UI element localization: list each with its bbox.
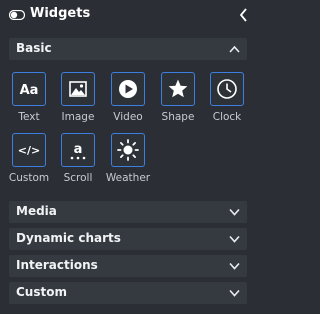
section-custom-label: Custom [16,285,67,299]
scroll-text-icon-glyph: a [74,142,83,157]
sun-icon [117,139,139,161]
widget-weather-label: Weather [105,172,151,184]
section-basic-label: Basic [16,41,52,55]
widget-shape-label: Shape [161,111,195,123]
image-icon [69,81,87,97]
chevron-down-icon [229,208,240,216]
section-custom[interactable]: Custom [9,282,247,304]
video-play-icon [119,80,137,98]
widget-text-label: Text [18,111,40,123]
chevron-left-icon[interactable] [239,7,249,23]
widget-image-label: Image [61,111,95,123]
section-media-label: Media [16,204,57,218]
section-basic[interactable]: Basic [9,38,247,60]
widget-custom[interactable]: </> [12,133,46,167]
panel-header: Widgets [0,0,256,30]
widget-text[interactable]: Aa [12,72,46,106]
widget-clock-label: Clock [212,111,242,123]
chevron-up-icon [229,45,240,53]
chevron-down-icon [229,262,240,270]
widget-weather[interactable] [111,133,145,167]
star-icon [168,79,188,98]
text-icon: Aa [20,83,39,98]
widget-scroll-label: Scroll [63,172,93,184]
scroll-text-icon: a [70,142,86,160]
widget-shape[interactable] [161,72,195,106]
widget-clock[interactable] [210,72,244,106]
chevron-down-icon [229,235,240,243]
widget-custom-label: Custom [8,172,50,184]
section-media[interactable]: Media [9,201,247,223]
section-interactions[interactable]: Interactions [9,255,247,277]
toggle-icon [9,10,25,20]
widget-scroll[interactable]: a [61,133,95,167]
text-icon-glyph: Aa [20,83,39,98]
section-dynamic-charts-label: Dynamic charts [16,231,121,245]
panel-title: Widgets [30,6,91,21]
code-icon: </> [18,144,40,157]
section-interactions-label: Interactions [16,258,98,272]
widget-video-label: Video [113,111,143,123]
section-dynamic-charts[interactable]: Dynamic charts [9,228,247,250]
code-icon-glyph: </> [18,144,40,157]
widget-image[interactable] [61,72,95,106]
widget-video[interactable] [111,72,145,106]
clock-icon [217,79,237,99]
chevron-down-icon [229,289,240,297]
